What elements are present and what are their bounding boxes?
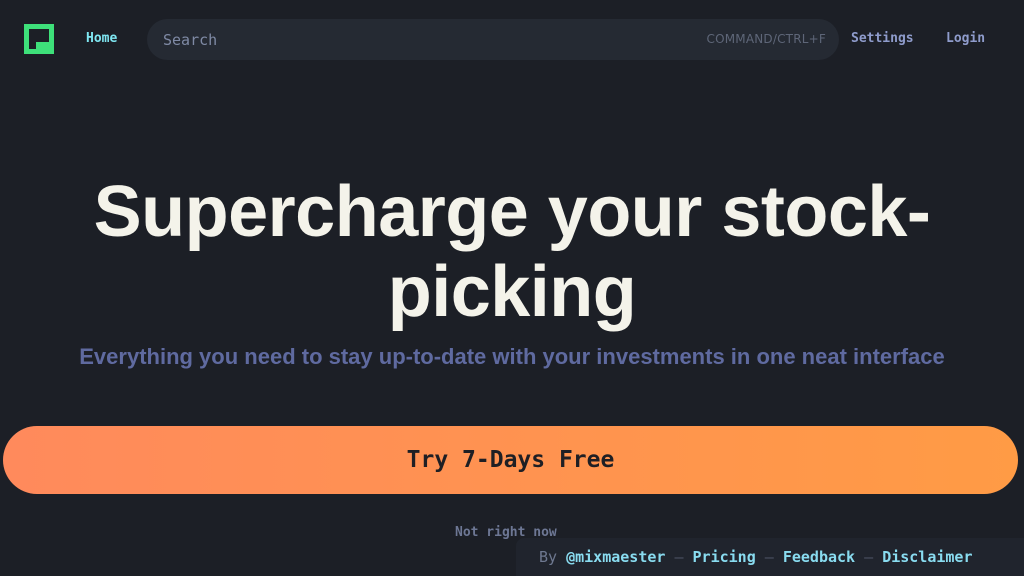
footer-author-link[interactable]: @mixmaester bbox=[566, 548, 665, 566]
footer-separator: – bbox=[764, 548, 774, 566]
footer-separator: – bbox=[674, 548, 684, 566]
footer-feedback-link[interactable]: Feedback bbox=[783, 548, 855, 566]
nav-home-link[interactable]: Home bbox=[86, 31, 117, 46]
footer-disclaimer-link[interactable]: Disclaimer bbox=[882, 548, 972, 566]
app-logo-icon[interactable] bbox=[24, 24, 54, 54]
search-bar[interactable]: COMMAND/CTRL+F bbox=[147, 19, 839, 60]
footer-separator: – bbox=[864, 548, 874, 566]
footer-pricing-link[interactable]: Pricing bbox=[693, 548, 756, 566]
nav-login-link[interactable]: Login bbox=[946, 31, 985, 46]
search-shortcut-hint: COMMAND/CTRL+F bbox=[706, 32, 826, 46]
nav-settings-link[interactable]: Settings bbox=[851, 31, 914, 46]
footer-credits: By @mixmaester – Pricing – Feedback – Di… bbox=[516, 538, 1024, 576]
hero-subtitle: Everything you need to stay up-to-date w… bbox=[79, 344, 945, 369]
search-input[interactable] bbox=[147, 19, 667, 60]
hero-title: Supercharge your stock-picking bbox=[93, 172, 931, 332]
top-navigation: Home COMMAND/CTRL+F Settings Login bbox=[0, 0, 1024, 78]
free-trial-button[interactable]: Try 7-Days Free bbox=[3, 426, 1018, 494]
footer-by-label: By bbox=[539, 548, 558, 566]
